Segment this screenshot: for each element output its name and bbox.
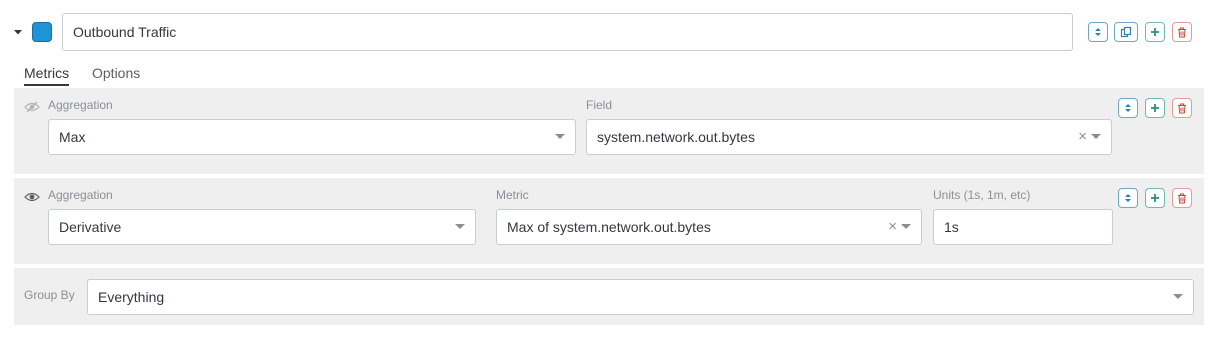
aggregation-select[interactable]: Derivative <box>48 209 476 245</box>
add-series-button[interactable] <box>1145 22 1165 42</box>
clone-series-button[interactable] <box>1114 22 1138 42</box>
trash-icon <box>1178 103 1186 113</box>
plus-icon <box>1151 194 1159 202</box>
move-series-button[interactable] <box>1088 22 1108 42</box>
caret-down-icon[interactable] <box>12 26 24 38</box>
aggregation-value: Max <box>59 129 86 145</box>
chevron-down-icon <box>555 134 565 139</box>
metric-row-max: Aggregation Max Field system.network.out… <box>14 88 1204 174</box>
units-label: Units (1s, 1m, etc) <box>933 188 1031 202</box>
chevron-down-icon <box>1173 294 1183 299</box>
sort-icon <box>1125 194 1131 202</box>
metric-label: Metric <box>496 188 529 202</box>
chevron-down-icon <box>455 224 465 229</box>
move-metric-button[interactable] <box>1118 98 1138 118</box>
eye-slash-icon[interactable] <box>24 101 40 113</box>
aggregation-label: Aggregation <box>48 98 113 112</box>
field-value: system.network.out.bytes <box>597 129 755 145</box>
chevron-down-icon <box>1091 134 1101 139</box>
delete-series-button[interactable] <box>1172 22 1192 42</box>
group-by-label: Group By <box>24 288 75 302</box>
trash-icon <box>1178 193 1186 203</box>
plus-icon <box>1151 104 1159 112</box>
copy-icon <box>1120 26 1132 38</box>
group-by-row: Group By Everything <box>14 268 1204 325</box>
metric-row-derivative: Aggregation Derivative Metric Max of sys… <box>14 178 1204 264</box>
aggregation-select[interactable]: Max <box>48 119 576 155</box>
aggregation-label: Aggregation <box>48 188 113 202</box>
metric-select[interactable]: Max of system.network.out.bytes × <box>496 209 922 245</box>
move-metric-button[interactable] <box>1118 188 1138 208</box>
tab-options[interactable]: Options <box>92 64 140 86</box>
aggregation-value: Derivative <box>59 219 122 235</box>
series-color-swatch[interactable] <box>32 22 52 42</box>
group-by-select[interactable]: Everything <box>87 279 1194 315</box>
field-select[interactable]: system.network.out.bytes × <box>586 119 1112 155</box>
add-metric-button[interactable] <box>1145 98 1165 118</box>
plus-icon <box>1151 28 1159 36</box>
metric-value: Max of system.network.out.bytes <box>507 219 711 235</box>
chevron-down-icon <box>901 224 911 229</box>
group-by-value: Everything <box>98 289 165 305</box>
trash-icon <box>1178 27 1186 37</box>
add-metric-button[interactable] <box>1145 188 1165 208</box>
tab-metrics[interactable]: Metrics <box>24 64 70 86</box>
series-label-input[interactable] <box>62 13 1073 51</box>
close-icon[interactable]: × <box>1078 120 1087 154</box>
units-input[interactable] <box>933 209 1113 245</box>
field-label: Field <box>586 98 613 112</box>
eye-icon[interactable] <box>24 191 40 203</box>
delete-metric-button[interactable] <box>1172 98 1192 118</box>
sort-icon <box>1095 28 1101 36</box>
close-icon[interactable]: × <box>888 210 897 244</box>
sort-icon <box>1125 104 1131 112</box>
delete-metric-button[interactable] <box>1172 188 1192 208</box>
